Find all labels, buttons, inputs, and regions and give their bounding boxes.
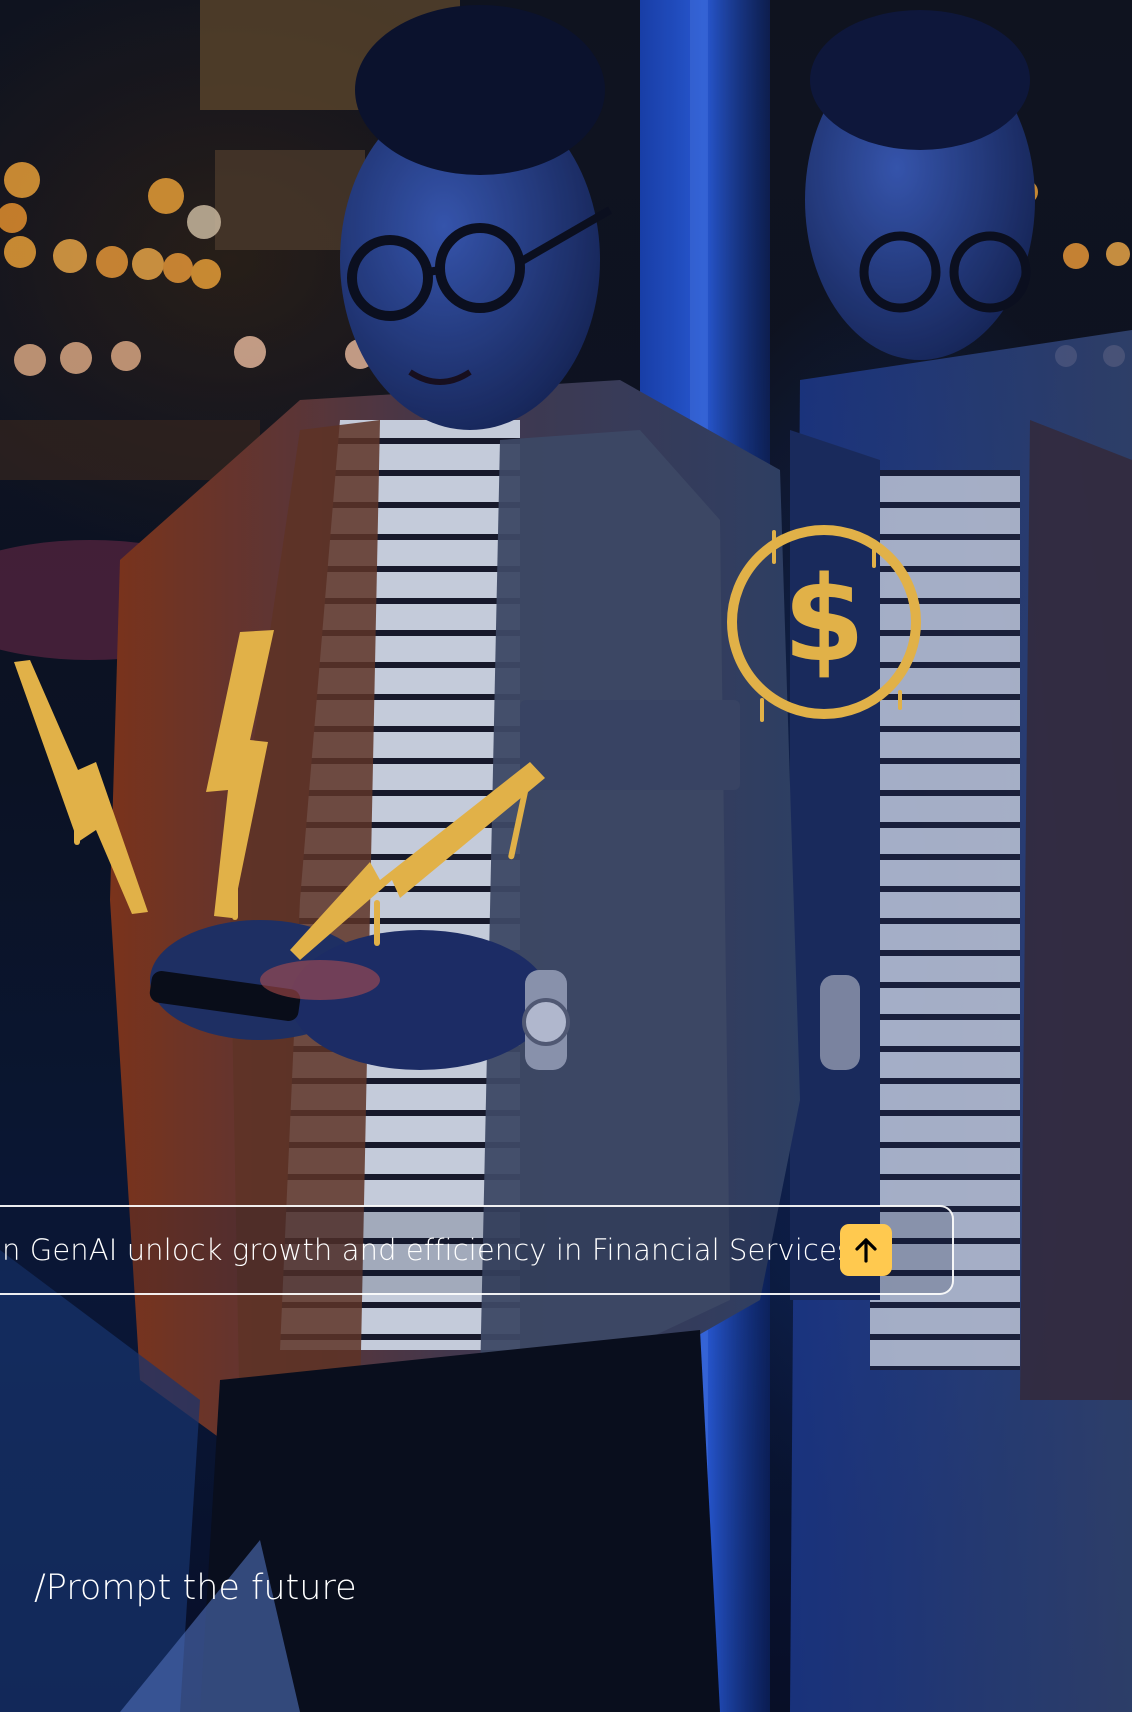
tagline: /Prompt the future [34,1568,357,1608]
prompt-input[interactable]: n GenAI unlock growth and efficiency in … [0,1205,954,1295]
hero-banner: $ n GenAI unlock growth and efficiency i… [0,0,1132,1712]
background-photo: $ [0,0,1132,1712]
send-button[interactable] [840,1224,892,1276]
arrow-up-icon [855,1238,877,1263]
prompt-text: n GenAI unlock growth and efficiency in … [2,1233,868,1267]
